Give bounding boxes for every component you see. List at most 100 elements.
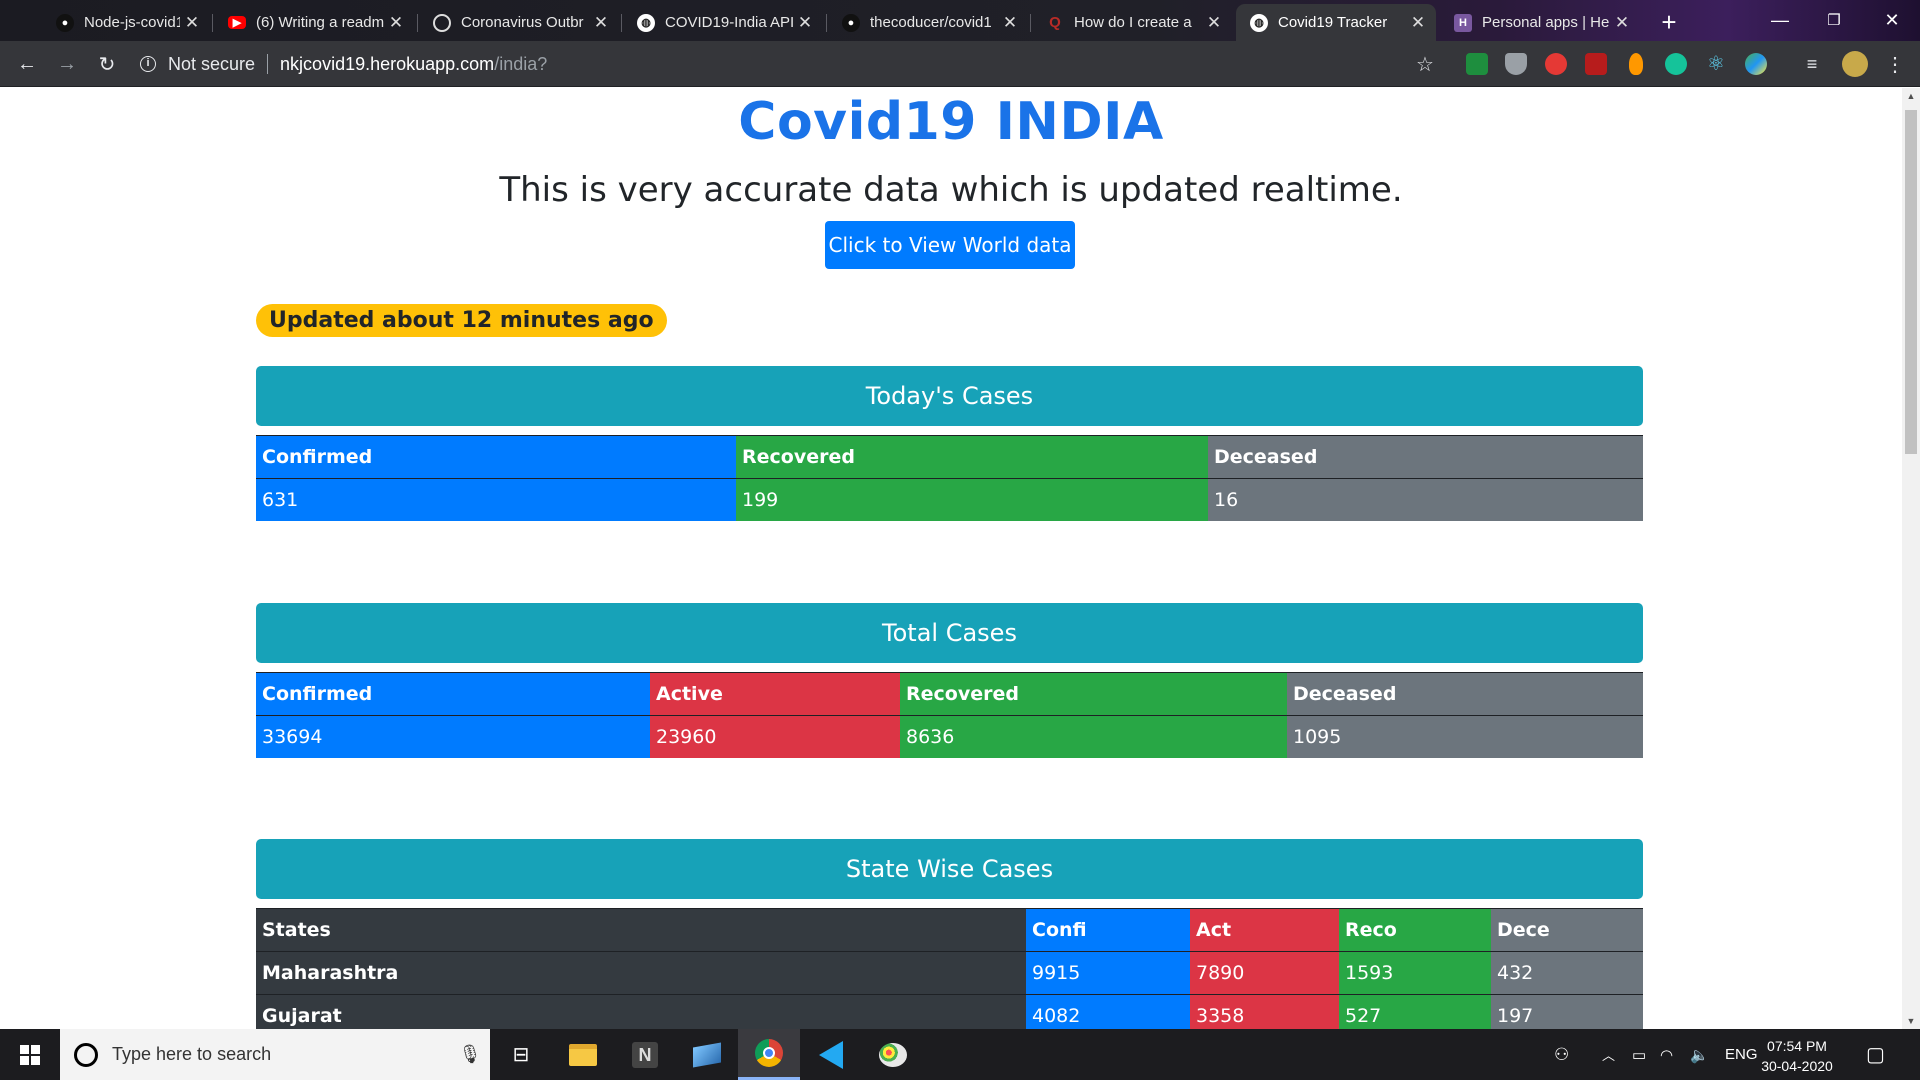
column-header-recovered: Recovered [736, 436, 1208, 478]
close-icon[interactable]: ✕ [1202, 13, 1226, 33]
extension-check-icon[interactable] [1466, 53, 1488, 75]
taskbar-search-box[interactable]: Type here to search 🎙 [60, 1029, 490, 1080]
page-title: Covid19 INDIA [738, 92, 1164, 152]
minimize-button[interactable]: — [1752, 0, 1808, 40]
paint-icon[interactable] [862, 1029, 924, 1080]
cell-confirmed: 33694 [256, 716, 650, 758]
close-icon[interactable]: ✕ [998, 13, 1022, 33]
notion-icon[interactable]: N [614, 1029, 676, 1080]
view-world-data-button[interactable]: Click to View World data [825, 221, 1075, 269]
todays-cases-heading: Today's Cases [256, 366, 1643, 426]
page-scrollbar[interactable]: ▲ ▼ [1902, 88, 1920, 1029]
tab-thecoducer-covid[interactable]: ● thecoducer/covid1 ✕ [828, 4, 1028, 41]
file-explorer-icon[interactable] [552, 1029, 614, 1080]
extension-shield-icon[interactable] [1505, 53, 1527, 75]
address-bar[interactable]: i Not secure nkjcovid19.herokuapp.com /i… [140, 47, 1440, 81]
restore-button[interactable]: ❐ [1806, 0, 1862, 40]
cell-active: 7890 [1190, 952, 1339, 994]
task-view-icon[interactable]: ⊟ [490, 1029, 552, 1080]
table-row: Maharashtra 9915 7890 1593 432 [256, 951, 1643, 994]
bookmark-star-icon[interactable]: ☆ [1410, 49, 1440, 79]
globe-icon [433, 13, 451, 32]
cortana-icon [74, 1042, 98, 1067]
extension-pdf-icon[interactable] [1585, 53, 1607, 75]
taskbar-clock[interactable]: 07:54 PM 30-04-2020 [1752, 1036, 1842, 1076]
column-header-recovered: Reco [1339, 909, 1491, 951]
tab-covid19-india-api[interactable]: ◍ COVID19-India API ✕ [623, 4, 823, 41]
scroll-up-arrow-icon[interactable]: ▲ [1902, 88, 1920, 104]
tab-separator [826, 14, 827, 32]
back-button[interactable]: ← [12, 49, 42, 79]
grammarly-icon[interactable] [1665, 53, 1687, 75]
forward-button[interactable]: → [52, 49, 82, 79]
tab-how-do-i-create[interactable]: Q How do I create a ✕ [1032, 4, 1232, 41]
github-icon: ● [842, 13, 860, 32]
updated-badge: Updated about 12 minutes ago [256, 304, 667, 337]
state-name: Gujarat [256, 995, 1026, 1029]
wifi-icon[interactable]: ◠ [1660, 1029, 1673, 1080]
table-row: Gujarat 4082 3358 527 197 [256, 994, 1643, 1029]
column-header-recovered: Recovered [900, 673, 1287, 715]
cell-confirmed: 4082 [1026, 995, 1190, 1029]
start-button[interactable] [0, 1029, 60, 1080]
tab-covid19-tracker[interactable]: ◍ Covid19 Tracker ✕ [1236, 4, 1436, 41]
state-wise-cases-table: States Confi Act Reco Dece Maharashtra 9… [256, 908, 1643, 1029]
security-label: Not secure [168, 53, 256, 74]
tab-separator [417, 14, 418, 32]
close-icon[interactable]: ✕ [384, 13, 408, 33]
volume-icon[interactable]: 🔈 [1690, 1029, 1709, 1080]
cell-deceased: 1095 [1287, 716, 1643, 758]
cell-deceased: 197 [1491, 995, 1643, 1029]
scroll-down-arrow-icon[interactable]: ▼ [1902, 1013, 1920, 1029]
extension-color-icon[interactable] [1745, 53, 1767, 75]
column-header-confirmed: Confi [1026, 909, 1190, 951]
info-icon[interactable]: i [140, 56, 156, 72]
close-icon[interactable]: ✕ [1610, 13, 1634, 33]
battery-icon[interactable]: ▭ [1632, 1029, 1646, 1080]
extension-drop-icon[interactable] [1629, 53, 1643, 75]
column-header-confirmed: Confirmed [256, 673, 650, 715]
vscode-icon[interactable] [800, 1029, 862, 1080]
extension-record-icon[interactable] [1545, 53, 1567, 75]
reload-button[interactable]: ↻ [92, 49, 122, 79]
desktop-app-icon[interactable] [676, 1029, 738, 1080]
show-hidden-icons-chevron-icon[interactable]: ︿ [1602, 1029, 1615, 1080]
tab-writing-readme[interactable]: ▶ (6) Writing a readm ✕ [214, 4, 414, 41]
table-header-row: Confirmed Recovered Deceased [256, 435, 1643, 478]
tab-node-js-covid19[interactable]: ● Node-js-covid19-li ✕ [42, 4, 210, 41]
table-row: 631 199 16 [256, 478, 1643, 521]
cell-confirmed: 9915 [1026, 952, 1190, 994]
tab-separator [212, 14, 213, 32]
menu-kebab-icon[interactable]: ⋮ [1880, 49, 1910, 79]
cell-recovered: 8636 [900, 716, 1287, 758]
react-devtools-icon[interactable]: ⚛ [1705, 53, 1727, 75]
search-placeholder: Type here to search [112, 1044, 272, 1064]
quora-icon: Q [1049, 14, 1061, 31]
chrome-icon[interactable] [738, 1029, 800, 1080]
tab-coronavirus-outbreak[interactable]: Coronavirus Outbr ✕ [419, 4, 619, 41]
close-icon[interactable]: ✕ [180, 13, 204, 33]
scrollbar-thumb[interactable] [1905, 110, 1917, 454]
table-header-row: States Confi Act Reco Dece [256, 908, 1643, 951]
url-host: nkjcovid19.herokuapp.com [280, 53, 495, 74]
tab-separator [621, 14, 622, 32]
microphone-icon[interactable]: 🎙 [450, 1044, 490, 1065]
notifications-icon[interactable]: ▢ [1866, 1029, 1885, 1080]
people-icon[interactable]: ⚇ [1554, 1029, 1569, 1080]
cell-recovered: 527 [1339, 995, 1491, 1029]
close-icon[interactable]: ✕ [793, 13, 817, 33]
cell-recovered: 199 [736, 479, 1208, 521]
column-header-active: Act [1190, 909, 1339, 951]
media-control-icon[interactable]: ≡ [1797, 49, 1827, 79]
globe-icon: ◍ [1250, 13, 1268, 32]
close-icon[interactable]: ✕ [589, 13, 613, 33]
close-icon[interactable]: ✕ [1406, 13, 1430, 33]
browser-tab-strip: ● Node-js-covid19-li ✕ ▶ (6) Writing a r… [0, 0, 1920, 41]
globe-icon: ◍ [637, 13, 655, 32]
page-subtitle: This is very accurate data which is upda… [499, 170, 1403, 210]
new-tab-button[interactable]: + [1654, 8, 1684, 38]
tab-personal-apps-heroku[interactable]: H Personal apps | He ✕ [1440, 4, 1640, 41]
close-window-button[interactable]: ✕ [1864, 0, 1920, 40]
profile-avatar[interactable] [1842, 51, 1868, 77]
todays-cases-table: Confirmed Recovered Deceased 631 199 16 [256, 435, 1643, 521]
